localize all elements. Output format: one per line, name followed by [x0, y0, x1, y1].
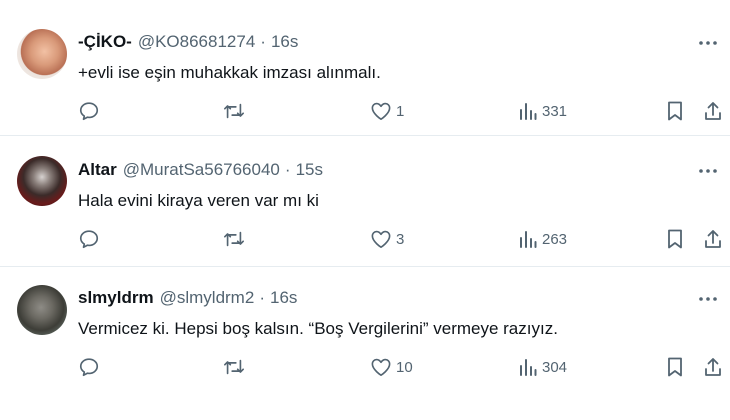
share-button[interactable]: [703, 355, 723, 379]
user-handle[interactable]: @KO86681274: [138, 31, 255, 53]
bookmark-icon: [665, 356, 685, 378]
views-icon: [518, 357, 538, 377]
tweet-header: slmyldrm @slmyldrm2 · 16s: [78, 287, 297, 309]
views-icon: [518, 101, 538, 121]
reply-icon: [78, 100, 100, 122]
retweet-button[interactable]: [222, 355, 246, 379]
separator-dot: ·: [259, 288, 265, 307]
like-button[interactable]: 1: [370, 99, 404, 123]
like-count: 3: [396, 230, 405, 248]
action-bar: 1 331: [0, 99, 730, 123]
heart-icon: [370, 357, 392, 377]
separator-dot: ·: [284, 160, 291, 179]
separator-dot: ·: [260, 32, 266, 51]
timestamp[interactable]: 16s: [271, 31, 298, 53]
user-handle[interactable]: @MuratSa56766040: [123, 159, 280, 181]
bookmark-icon: [665, 100, 685, 122]
timestamp[interactable]: 16s: [270, 287, 297, 309]
tweet-text: Hala evini kiraya veren var mı ki: [78, 191, 319, 210]
heart-icon: [370, 229, 392, 249]
tweet[interactable]: Altar @MuratSa56766040 · 15s Hala evini …: [0, 136, 730, 267]
share-button[interactable]: [703, 227, 723, 251]
retweet-icon: [222, 356, 246, 378]
views-button[interactable]: 331: [518, 99, 567, 123]
share-icon: [703, 228, 723, 250]
reply-button[interactable]: [78, 227, 100, 251]
avatar[interactable]: [17, 285, 67, 335]
retweet-button[interactable]: [222, 99, 246, 123]
views-button[interactable]: 304: [518, 355, 567, 379]
reply-icon: [78, 228, 100, 250]
like-button[interactable]: 10: [370, 355, 413, 379]
share-icon: [703, 356, 723, 378]
like-button[interactable]: 3: [370, 227, 404, 251]
tweet-text: Vermicez ki. Hepsi boş kalsın. “Boş Verg…: [78, 319, 558, 338]
avatar[interactable]: [17, 29, 67, 79]
bookmark-button[interactable]: [665, 355, 685, 379]
display-name[interactable]: -ÇİKO-: [78, 31, 132, 53]
bookmark-button[interactable]: [665, 99, 685, 123]
tweet-header: -ÇİKO- @KO86681274 · 16s: [78, 31, 298, 53]
like-count: 10: [396, 358, 413, 376]
tweet[interactable]: slmyldrm @slmyldrm2 · 16s Vermicez ki. H…: [0, 267, 730, 420]
tweet[interactable]: -ÇİKO- @KO86681274 · 16s +evli ise eşin …: [0, 0, 730, 136]
tweet-text: +evli ise eşin muhakkak imzası alınmalı.: [78, 63, 381, 82]
avatar[interactable]: [17, 156, 67, 206]
views-icon: [518, 229, 538, 249]
display-name[interactable]: slmyldrm: [78, 287, 154, 309]
user-handle[interactable]: @slmyldrm2: [160, 287, 255, 309]
share-icon: [703, 100, 723, 122]
reply-button[interactable]: [78, 355, 100, 379]
view-count: 331: [542, 102, 568, 120]
heart-icon: [370, 101, 392, 121]
retweet-button[interactable]: [222, 227, 246, 251]
more-icon[interactable]: [696, 289, 720, 309]
action-bar: 3 263: [0, 227, 730, 251]
like-count: 1: [396, 102, 405, 120]
bookmark-icon: [665, 228, 685, 250]
reply-button[interactable]: [78, 99, 100, 123]
retweet-icon: [222, 228, 246, 250]
reply-icon: [78, 356, 100, 378]
more-icon[interactable]: [696, 33, 720, 53]
display-name[interactable]: Altar: [78, 159, 117, 181]
bookmark-button[interactable]: [665, 227, 685, 251]
more-icon[interactable]: [696, 161, 720, 181]
tweet-header: Altar @MuratSa56766040 · 15s: [78, 159, 323, 181]
timestamp[interactable]: 15s: [296, 159, 323, 181]
view-count: 304: [542, 358, 568, 376]
share-button[interactable]: [703, 99, 723, 123]
view-count: 263: [542, 230, 568, 248]
views-button[interactable]: 263: [518, 227, 567, 251]
action-bar: 10 304: [0, 355, 730, 379]
retweet-icon: [222, 100, 246, 122]
